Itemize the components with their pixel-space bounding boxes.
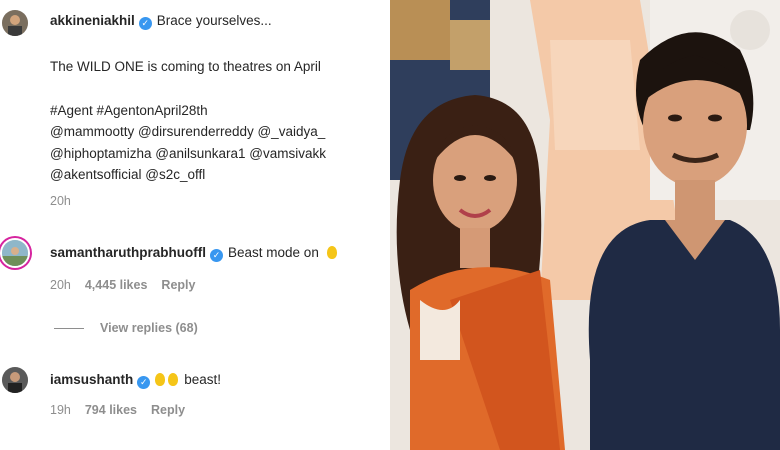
comment-sushanth: iamsushanth ✓ beast! 19h 794 likes Reply [0,360,390,450]
sushanth-avatar[interactable] [2,367,28,393]
photo-illustration [390,0,780,450]
verified-badge-icon: ✓ [137,376,151,389]
couple-photo [390,0,780,450]
comment-likes[interactable]: 4,445 likes [85,278,148,292]
caption-header: akkineniakhil ✓ Brace yourselves... [50,13,272,30]
comment-username[interactable]: iamsushanth [50,372,133,387]
clapping-hands-icon [168,373,179,386]
caption-line-5: @hiphoptamizha @anilsunkara1 @vamsivakk [50,146,326,161]
clapping-hands-icon [326,246,337,259]
caption-line-2: The WILD ONE is coming to theatres on Ap… [50,59,321,74]
samantha-avatar[interactable] [2,240,28,266]
caption-line-3: #Agent #AgentonApril28th [50,103,208,118]
replies-dash [54,328,84,330]
clapping-hands-icon [155,373,166,386]
caption-line-1: Brace yourselves... [156,13,272,28]
comment-meta: 20h 4,445 likes Reply [50,278,209,292]
comment-time: 20h [50,278,71,292]
caption-line-4: @mammootty @dirsurenderreddy @_vaidya_ [50,124,326,139]
comment-likes[interactable]: 794 likes [85,403,137,417]
post-username[interactable]: akkineniakhil [50,13,135,28]
comment-time: 19h [50,403,71,417]
reply-button[interactable]: Reply [151,403,185,417]
comments-pane: akkineniakhil ✓ Brace yourselves... The WI… [0,0,390,450]
comment-text: Beast mode on [228,245,319,260]
comment-username[interactable]: samantharuthprabhuoffl [50,245,206,260]
comment-meta: 19h 794 likes Reply [50,403,199,417]
comment-sushanth-line: iamsushanth ✓ beast! [50,372,221,389]
comment-samantha-line: samantharuthprabhuoffl ✓ Beast mode on [50,245,340,262]
post-time: 20h [50,194,71,208]
caption-line-6: @akentsofficial @s2c_offl [50,167,206,182]
post-meta: 20h [50,194,85,208]
comment-text: beast! [184,372,222,387]
verified-badge-icon: ✓ [138,17,152,30]
view-replies-button[interactable]: View replies (68) [54,321,198,335]
post-caption: akkineniakhil ✓ Brace yourselves... The WI… [0,0,390,215]
view-replies-label: View replies (68) [100,321,198,335]
verified-badge-icon: ✓ [210,249,224,262]
akhil-avatar[interactable] [2,10,28,36]
comment-samantha: samantharuthprabhuoffl ✓ Beast mode on 20h… [0,230,390,340]
reply-button[interactable]: Reply [161,278,195,292]
